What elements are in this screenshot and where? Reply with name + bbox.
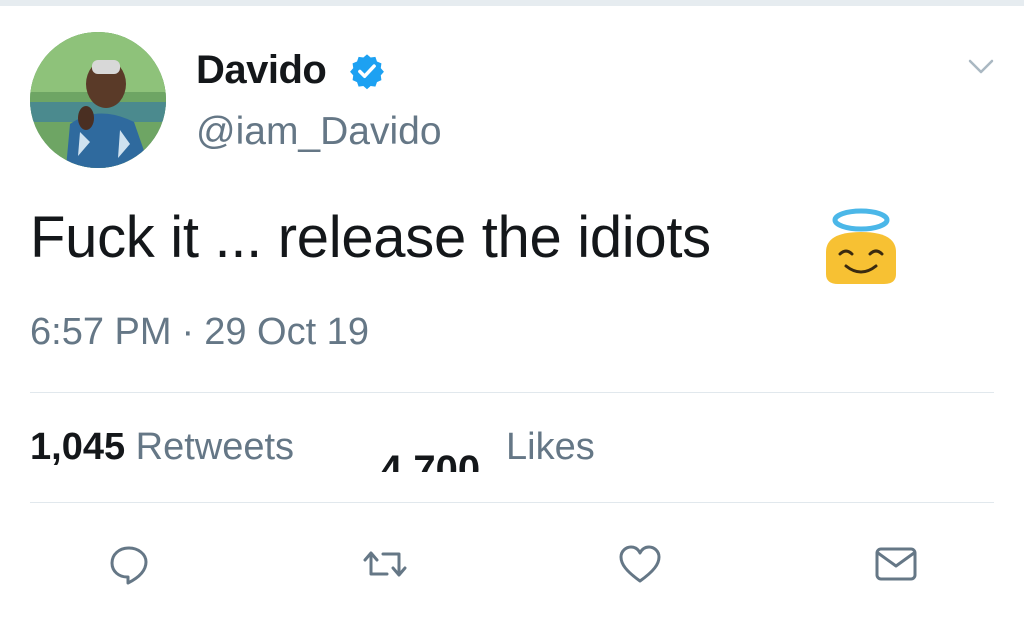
reply-button[interactable] [104, 540, 154, 588]
avatar[interactable] [30, 32, 166, 168]
chevron-down-icon[interactable] [966, 56, 996, 78]
reply-icon [110, 546, 148, 585]
tweet-card: Davido @iam_Davido Fuck it ... release t… [0, 0, 1024, 631]
heart-icon [619, 545, 661, 583]
divider-bottom [30, 502, 994, 503]
author-display-name[interactable]: Davido [196, 48, 327, 93]
retweets-count: 1,045 [30, 426, 126, 468]
like-button[interactable] [615, 540, 665, 588]
verified-badge-icon [350, 54, 384, 90]
timestamp-separator: · [181, 311, 195, 353]
retweet-icon [363, 551, 407, 577]
direct-message-button[interactable] [871, 540, 921, 588]
timestamp-time: 6:57 PM [30, 311, 172, 353]
tweet-timestamp[interactable]: 6:57 PM · 29 Oct 19 [30, 311, 369, 354]
retweets-label: Retweets [135, 426, 295, 468]
author-handle[interactable]: @iam_Davido [196, 110, 442, 154]
smiling-face-with-halo-emoji-icon [826, 208, 896, 284]
likes-label[interactable]: Likes [506, 426, 595, 469]
tweet-text: Fuck it ... release the idiots [30, 205, 711, 270]
envelope-icon [875, 547, 917, 581]
avatar-image [30, 32, 166, 168]
likes-count[interactable]: 4,700 [380, 442, 480, 472]
timestamp-date: 29 Oct 19 [204, 311, 369, 353]
retweet-button[interactable] [360, 540, 410, 588]
retweets-stat[interactable]: 1,045 Retweets [30, 426, 294, 469]
divider-top [30, 392, 994, 393]
